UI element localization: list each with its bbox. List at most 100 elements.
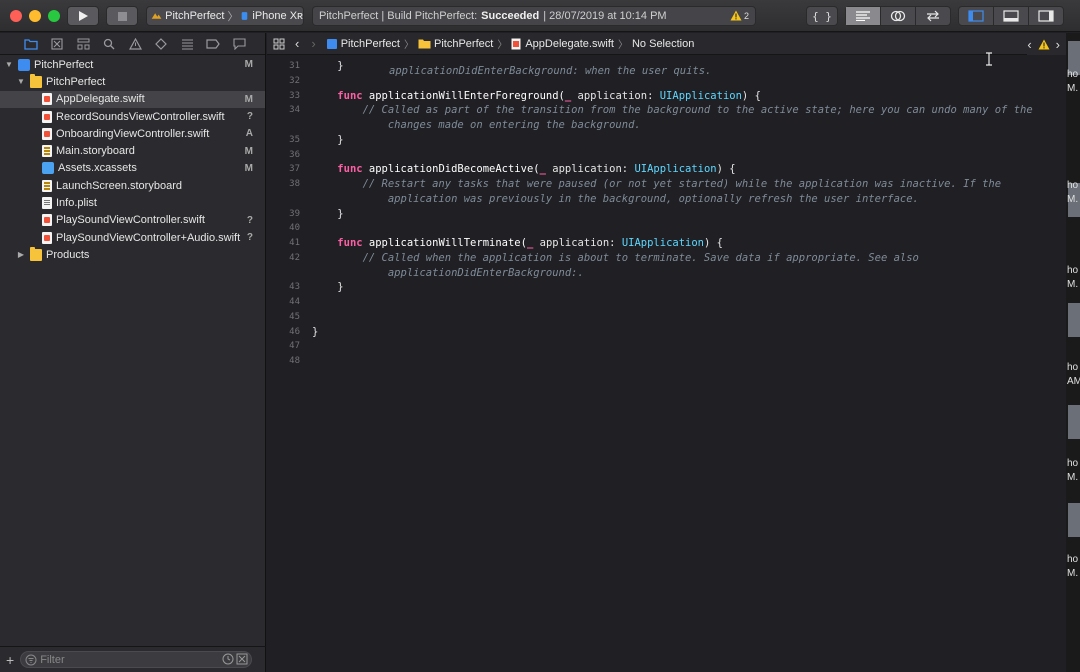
activity-viewer[interactable]: PitchPerfect | Build PitchPerfect: Succe… (312, 6, 756, 26)
close-window-button[interactable] (10, 10, 22, 22)
navigator-item[interactable]: OnboardingViewController.swift A (0, 125, 265, 142)
braces-icon: { } (812, 9, 832, 23)
source-control-status: M (244, 162, 253, 174)
source-control-filter-icon[interactable] (236, 653, 248, 665)
code-text: applicationDidEnterBackground:. (312, 266, 584, 281)
activity-prefix: PitchPerfect | Build PitchPerfect: (319, 10, 478, 22)
desktop-file-label: M. (1067, 194, 1079, 205)
debug-panel-button[interactable] (994, 7, 1029, 25)
symbol-navigator-tab[interactable] (70, 35, 96, 53)
code-line: 39 } (267, 207, 1057, 222)
code-line: 47 (267, 339, 1057, 354)
code-text: } (312, 133, 343, 148)
code-token: applicationWillEnterForeground( (362, 89, 565, 102)
source-control-navigator-tab[interactable] (44, 35, 70, 53)
navigator-item[interactable]: Main.storyboard M (0, 142, 265, 159)
scheme-selector[interactable]: PitchPerfect 〉 iPhone Xʀ (146, 6, 304, 26)
project-navigator-tab[interactable] (18, 35, 44, 53)
navigator-item-label: Products (46, 248, 90, 261)
navigator-panel-button[interactable] (959, 7, 994, 25)
code-line: 33 func applicationWillEnterForeground(_… (267, 89, 1057, 104)
standard-editor-button[interactable] (846, 7, 881, 25)
desktop-file-thumbnail[interactable] (1068, 503, 1080, 537)
code-line: changes made on entering the background. (267, 118, 1057, 133)
jumpbar-group[interactable]: PitchPerfect (418, 38, 493, 50)
disclosure-expanded-icon[interactable]: ▼ (4, 60, 14, 69)
desktop-file-label: M. (1067, 83, 1079, 94)
window-toolbar: PitchPerfect 〉 iPhone Xʀ PitchPerfect | … (0, 0, 1080, 32)
library-button[interactable]: { } (806, 6, 838, 26)
left-panel-icon (968, 10, 984, 22)
navigator-item[interactable]: ▼ PitchPerfect M (0, 56, 265, 73)
jumpbar-file[interactable]: AppDelegate.swift (511, 38, 614, 50)
utilities-panel-button[interactable] (1029, 7, 1063, 25)
filter-field[interactable]: Filter (20, 651, 253, 668)
navigator-tab-bar (0, 33, 265, 55)
forward-arrow-icon[interactable]: › (311, 36, 315, 51)
navigator-item[interactable]: Info.plist (0, 194, 265, 211)
chevron-right-icon: 〉 (404, 40, 414, 51)
related-items-grid-icon[interactable] (273, 38, 285, 50)
debug-navigator-tab[interactable] (174, 35, 200, 53)
folder-icon (30, 73, 42, 88)
navigator-item[interactable]: PlaySoundViewController.swift? (0, 212, 265, 229)
code-text: } (312, 325, 318, 340)
report-navigator-tab[interactable] (226, 35, 252, 53)
jumpbar-project[interactable]: PitchPerfect (326, 38, 400, 50)
navigator-item[interactable]: ▼ PitchPerfect (0, 73, 265, 90)
file-icon (42, 93, 52, 106)
zoom-window-button[interactable] (48, 10, 60, 22)
navigator-item[interactable]: ▶ Products (0, 246, 265, 263)
warning-indicator[interactable]: 2 (730, 10, 749, 21)
navigator-item[interactable]: AppDelegate.swift M (0, 90, 265, 108)
source-editor: ‹ › PitchPerfect 〉 PitchPerfect 〉 AppDel… (267, 33, 1066, 672)
chevron-right-icon: 〉 (227, 11, 239, 23)
run-button[interactable] (67, 6, 99, 26)
navigator-item-label: PitchPerfect (46, 75, 106, 88)
code-token: } (312, 60, 344, 72)
diamond-icon (155, 37, 167, 50)
navigator-item-label: AppDelegate.swift (56, 93, 145, 106)
navigator-item[interactable]: PlaySoundViewController+Audio.swift? (0, 229, 265, 246)
issue-navigator-tab[interactable] (122, 35, 148, 53)
warning-icon[interactable] (1038, 39, 1050, 50)
find-navigator-tab[interactable] (96, 35, 122, 53)
next-issue-icon[interactable]: › (1056, 37, 1060, 52)
desktop-file-label: ho (1067, 458, 1079, 469)
disclosure-collapsed-icon[interactable]: ▶ (16, 250, 26, 259)
chevron-right-icon: 〉 (617, 40, 628, 51)
keyword-token: func (337, 89, 363, 102)
code-text: application was previously in the backgr… (312, 192, 919, 207)
add-file-icon[interactable]: + (6, 653, 14, 667)
assistant-editor-button[interactable] (881, 7, 916, 25)
recent-files-clock-icon[interactable] (222, 653, 234, 665)
panel-visibility-segmented-control[interactable] (958, 6, 1064, 26)
version-editor-button[interactable] (916, 7, 950, 25)
minimize-window-button[interactable] (29, 10, 41, 22)
assistant-icon (890, 10, 906, 22)
navigator-item[interactable]: RecordSoundsViewController.swift? (0, 108, 265, 125)
desktop-file-thumbnail[interactable] (1068, 405, 1080, 439)
jumpbar-selection[interactable]: No Selection (632, 38, 694, 50)
comment-token: application was previously in the backgr… (312, 192, 919, 205)
vertical-scrollbar[interactable] (1058, 56, 1066, 672)
navigator-item[interactable]: LaunchScreen.storyboard (0, 177, 265, 194)
disclosure-expanded-icon[interactable]: ▼ (16, 77, 26, 86)
navigator-item[interactable]: Assets.xcassets M (0, 160, 265, 177)
test-navigator-tab[interactable] (148, 35, 174, 53)
line-number: 43 (289, 282, 300, 293)
filter-icon (25, 654, 37, 665)
editor-mode-segmented-control[interactable] (845, 6, 951, 26)
activity-time: | 28/07/2019 at 10:14 PM (543, 10, 667, 22)
code-line: 42 // Called when the application is abo… (267, 251, 1057, 266)
breakpoint-navigator-tab[interactable] (200, 35, 226, 53)
code-line: 41 func applicationWillTerminate(_ appli… (267, 236, 1057, 251)
scheme-target-label: PitchPerfect (165, 10, 225, 22)
hierarchy-icon (77, 38, 89, 49)
previous-issue-icon[interactable]: ‹ (1027, 37, 1031, 52)
code-area[interactable]: applicationDidEnterBackground: when the … (267, 55, 1066, 671)
stop-button[interactable] (106, 6, 138, 26)
desktop-file-thumbnail[interactable] (1068, 303, 1080, 337)
swift-file-icon (511, 38, 521, 49)
code-token: ) { (716, 163, 736, 176)
